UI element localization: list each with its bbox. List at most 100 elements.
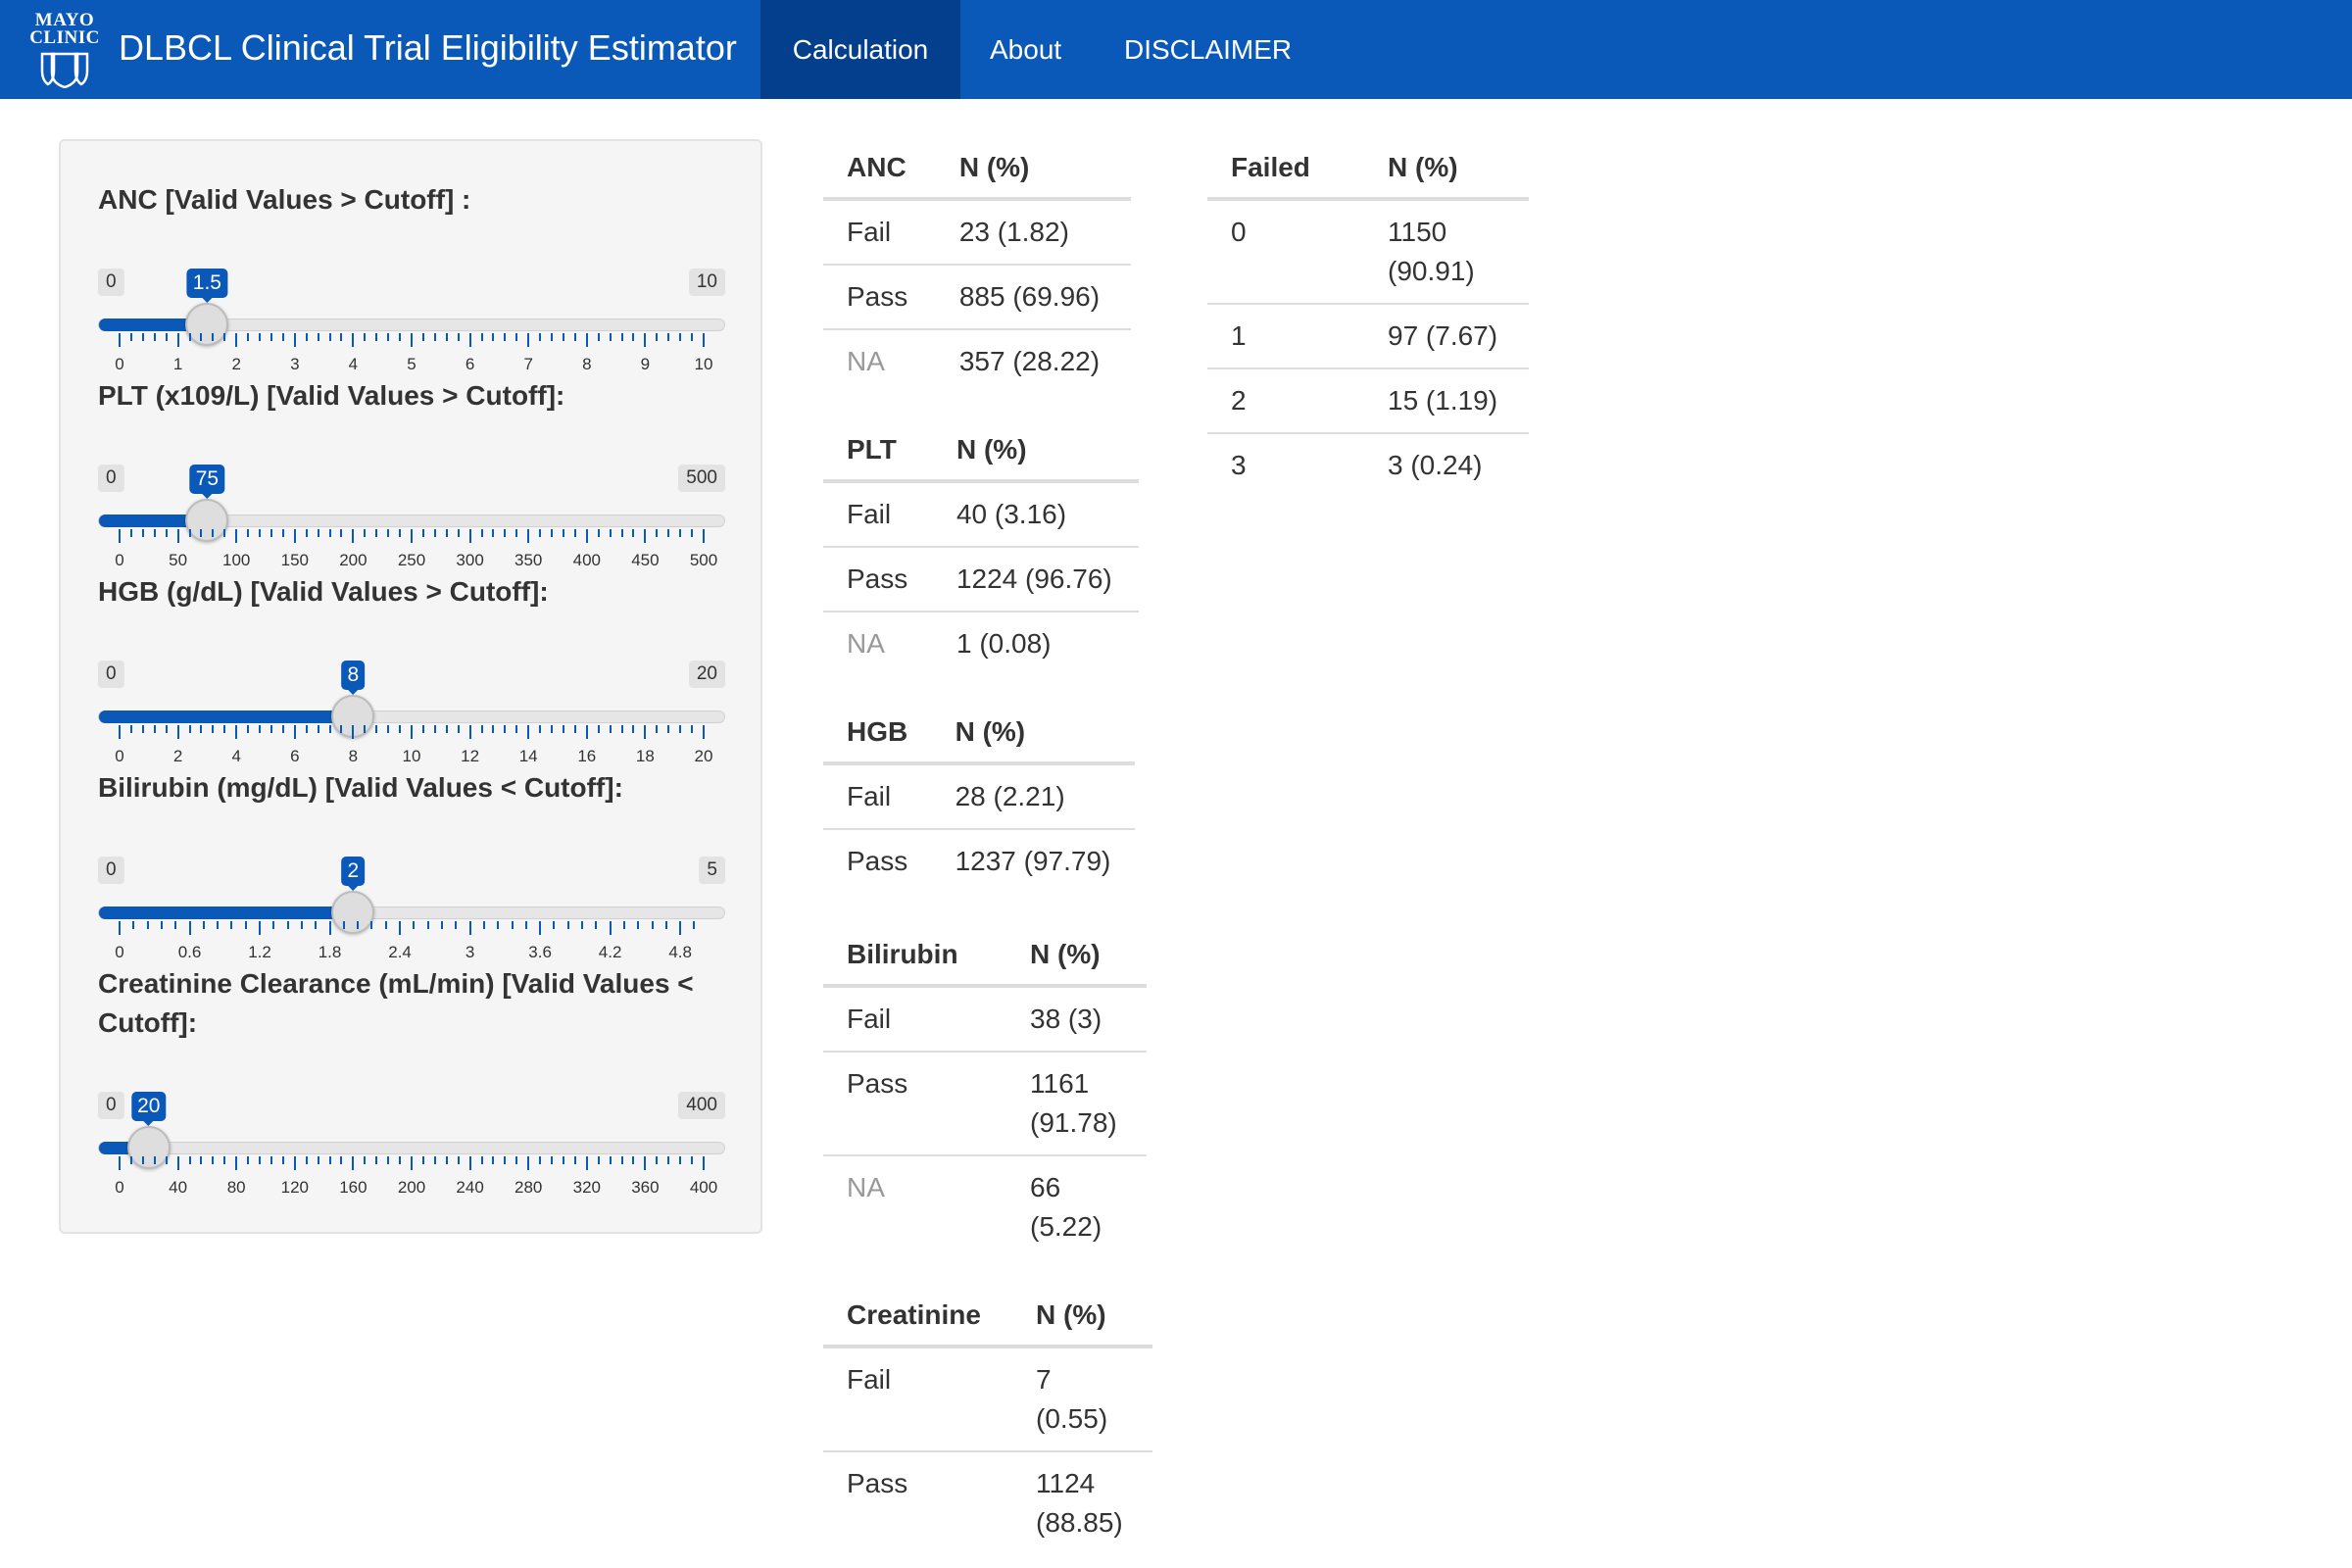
tab-about[interactable]: About [990, 0, 1061, 99]
minor-tick-mark [247, 333, 250, 341]
tick-label: 0 [115, 355, 124, 373]
n-percent-header: N (%) [1012, 1286, 1152, 1348]
plt-table: PLT N (%) Fail 40 (3.16) Pass 1224 (96.7… [823, 420, 1139, 675]
tick-mark [585, 725, 588, 739]
minor-tick-mark [597, 529, 600, 537]
row-value: 1150 (90.91) [1388, 217, 1475, 286]
tick-label: 500 [689, 551, 718, 569]
minor-tick-mark [620, 725, 623, 733]
row-value: 1224 (96.76) [932, 546, 1139, 612]
table-row: NA 357 (28.22) [823, 328, 1131, 393]
tick-label: 12 [461, 747, 480, 765]
row-value: 1161 (91.78) [1006, 1051, 1147, 1155]
minor-tick-mark [247, 725, 250, 733]
row-label: Fail [847, 1364, 892, 1395]
minor-tick-mark [223, 333, 226, 341]
minor-tick-mark [165, 333, 168, 341]
minor-tick-mark [457, 725, 460, 733]
bilirubin-slider-track[interactable] [98, 906, 725, 919]
creatinine-slider-track[interactable] [98, 1142, 725, 1154]
tick-mark [703, 529, 705, 543]
minor-tick-mark [651, 921, 654, 929]
tab-disclaimer[interactable]: DISCLAIMER [1124, 0, 1292, 99]
tab-calculation[interactable]: Calculation [760, 0, 960, 99]
bilirubin-slider-handle[interactable] [331, 891, 375, 934]
tick-label: 0.6 [177, 943, 202, 961]
tick-mark [585, 1156, 588, 1170]
minor-tick-mark [597, 333, 600, 341]
tick-label: 18 [635, 747, 655, 765]
table-row: 3 3 (0.24) [1207, 432, 1529, 497]
tick-mark [119, 529, 121, 543]
tick-mark [176, 529, 179, 543]
minor-tick-mark [573, 529, 576, 537]
minor-tick-mark [440, 921, 443, 929]
n-percent-header: N (%) [935, 138, 1131, 201]
minor-tick-mark [492, 529, 495, 537]
minor-tick-mark [375, 1156, 378, 1164]
creatinine-slider-label: Creatinine Clearance (mL/min) [Valid Val… [98, 968, 694, 1038]
tick-label: 200 [339, 551, 368, 569]
tick-label: 1.2 [248, 943, 271, 961]
minor-tick-mark [620, 1156, 623, 1164]
minor-tick-mark [609, 333, 612, 341]
minor-tick-mark [632, 1156, 635, 1164]
minor-tick-mark [504, 1156, 507, 1164]
tick-label: 280 [514, 1178, 543, 1197]
tick-mark [411, 1156, 413, 1170]
tick-label: 150 [280, 551, 309, 569]
row-label: Fail [847, 217, 892, 247]
hgb-slider-track[interactable] [98, 710, 725, 723]
minor-tick-mark [691, 333, 694, 341]
minor-tick-mark [632, 529, 635, 537]
tick-label: 1.8 [318, 943, 342, 961]
creatinine-slider-handle[interactable] [126, 1126, 171, 1169]
minor-tick-mark [551, 725, 554, 733]
row-value: 885 (69.96) [935, 264, 1131, 329]
mayo-clinic-logo[interactable]: MAYO CLINIC [27, 11, 102, 92]
minor-tick-mark [153, 333, 156, 341]
tick-mark [679, 921, 682, 935]
minor-tick-mark [667, 529, 670, 537]
tick-label: 8 [348, 747, 359, 765]
hgb-slider-label: HGB (g/dL) [Valid Values > Cutoff]: [98, 576, 549, 607]
row-value: 97 (7.67) [1364, 303, 1529, 368]
row-value: 40 (3.16) [956, 499, 1067, 529]
minor-tick-mark [399, 333, 402, 341]
tick-mark [644, 725, 647, 739]
table-header-row: ANC N (%) [823, 138, 1131, 201]
minor-tick-mark [200, 333, 203, 341]
row-value: 7 (0.55) [1036, 1364, 1108, 1434]
anc-table: ANC N (%) Fail 23 (1.82) Pass 885 (69.96… [823, 138, 1131, 393]
app-title[interactable]: DLBCL Clinical Trial Eligibility Estimat… [119, 25, 737, 71]
minor-tick-mark [421, 725, 424, 733]
minor-tick-mark [165, 1156, 168, 1164]
minor-tick-mark [387, 725, 390, 733]
minor-tick-mark [317, 725, 319, 733]
tick-mark [235, 1156, 238, 1170]
minor-tick-mark [188, 529, 191, 537]
minor-tick-mark [573, 333, 576, 341]
tick-mark [352, 725, 355, 739]
tick-label: 1 [172, 355, 183, 373]
minor-tick-mark [656, 333, 659, 341]
minor-tick-mark [217, 921, 220, 929]
minor-tick-mark [188, 1156, 191, 1164]
tick-label: 0 [115, 747, 124, 765]
minor-tick-mark [413, 921, 416, 929]
tick-label: 450 [631, 551, 660, 569]
minor-tick-mark [667, 725, 670, 733]
n-percent-header: N (%) [1006, 925, 1147, 988]
minor-tick-mark [445, 1156, 448, 1164]
minor-tick-mark [553, 921, 556, 929]
plt-slider-handle[interactable] [185, 499, 229, 542]
tick-mark [527, 333, 530, 347]
minor-tick-mark [433, 333, 436, 341]
anc-slider-handle[interactable] [185, 303, 229, 346]
minor-tick-mark [340, 333, 343, 341]
minor-tick-mark [492, 1156, 495, 1164]
tick-label: 6 [290, 747, 300, 765]
minor-tick-mark [421, 333, 424, 341]
tick-label: 6 [465, 355, 475, 373]
minor-tick-mark [620, 529, 623, 537]
